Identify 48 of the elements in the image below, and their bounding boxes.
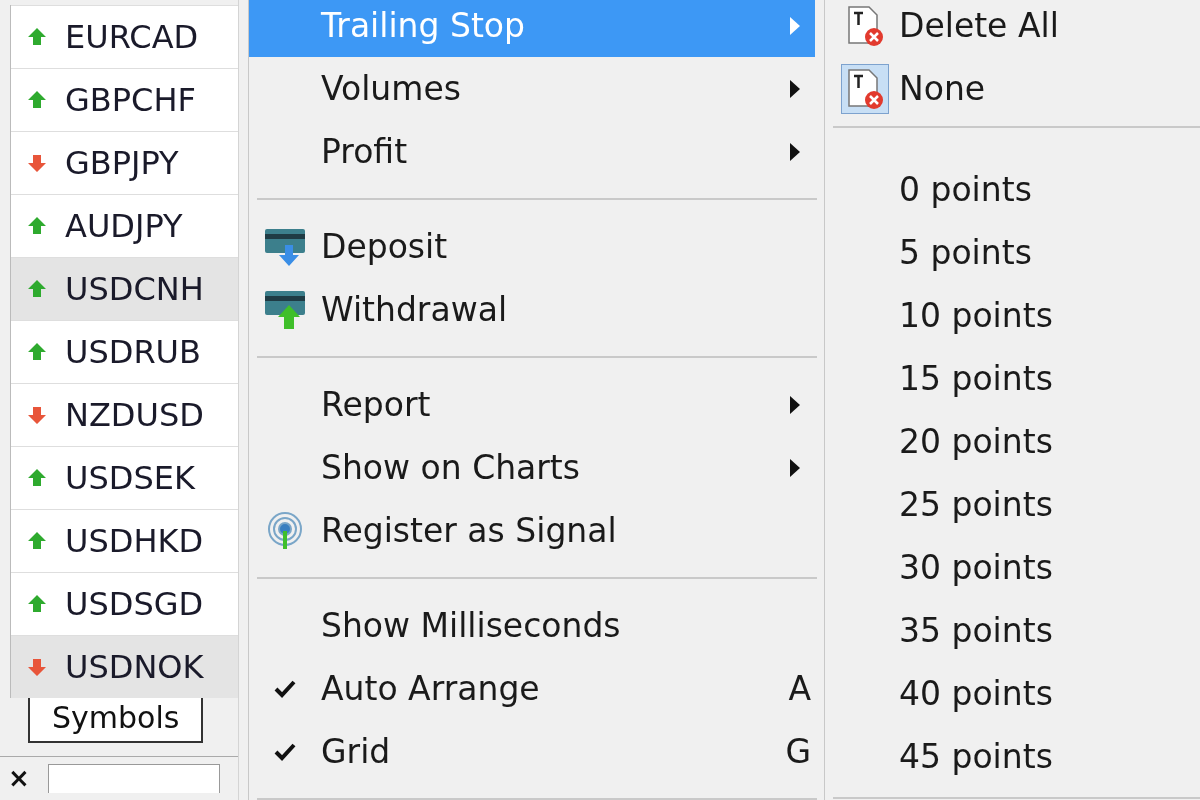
menu-item[interactable]: Show on Charts — [249, 436, 815, 499]
symbol-row[interactable]: USDNOK — [11, 635, 238, 698]
menu-item[interactable]: Grid G — [249, 720, 815, 783]
symbol-name: GBPJPY — [65, 144, 179, 182]
symbol-name: USDHKD — [65, 522, 204, 560]
menu-item[interactable]: Deposit — [249, 215, 815, 278]
symbol-name: USDRUB — [65, 333, 201, 371]
menu-item[interactable]: Report — [249, 373, 815, 436]
submenu-item[interactable]: 20 points — [825, 410, 1200, 473]
menu-item[interactable]: Show Milliseconds — [249, 594, 815, 657]
symbol-name: USDSEK — [65, 459, 195, 497]
submenu-item[interactable]: 45 points — [825, 725, 1200, 788]
menu-item[interactable]: Volumes — [249, 57, 815, 120]
menu-item[interactable]: Auto Arrange A — [249, 657, 815, 720]
submenu-item[interactable]: 25 points — [825, 473, 1200, 536]
submenu-item[interactable]: 40 points — [825, 662, 1200, 725]
symbol-row[interactable]: USDCNH — [11, 257, 238, 320]
panel-tab[interactable] — [47, 764, 220, 793]
symbol-name: AUDJPY — [65, 207, 183, 245]
submenu-item[interactable]: Delete All — [825, 0, 1200, 57]
submenu-caret-icon — [789, 15, 801, 36]
submenu-item[interactable]: 30 points — [825, 536, 1200, 599]
menu-item[interactable]: Register as Signal — [249, 499, 815, 562]
symbol-name: USDNOK — [65, 648, 204, 686]
menu-item[interactable]: Profit — [249, 120, 815, 183]
symbols-tab[interactable]: Symbols — [28, 698, 204, 743]
submenu-item[interactable]: 10 points — [825, 284, 1200, 347]
card-upload-icon — [263, 288, 307, 331]
submenu-caret-icon — [789, 78, 801, 99]
symbol-name: USDSGD — [65, 585, 204, 623]
symbol-name: NZDUSD — [65, 396, 204, 434]
card-download-icon — [263, 226, 307, 267]
submenu-caret-icon — [789, 457, 801, 478]
submenu-item[interactable]: None — [825, 57, 1200, 120]
document-delete-icon — [845, 67, 885, 110]
symbol-name: USDCNH — [65, 270, 204, 308]
submenu-item[interactable]: 5 points — [825, 221, 1200, 284]
menu-item[interactable]: Withdrawal — [249, 278, 815, 341]
document-delete-icon — [845, 4, 885, 47]
symbol-name: EURCAD — [65, 18, 199, 56]
submenu-caret-icon — [789, 141, 801, 162]
signal-antenna-icon — [265, 510, 305, 551]
close-button[interactable]: × — [8, 763, 30, 793]
submenu-item[interactable]: 35 points — [825, 599, 1200, 662]
submenu-item[interactable]: 0 points — [825, 158, 1200, 221]
submenu-caret-icon — [789, 394, 801, 415]
submenu-item[interactable]: 15 points — [825, 347, 1200, 410]
symbol-name: GBPCHF — [65, 81, 196, 119]
